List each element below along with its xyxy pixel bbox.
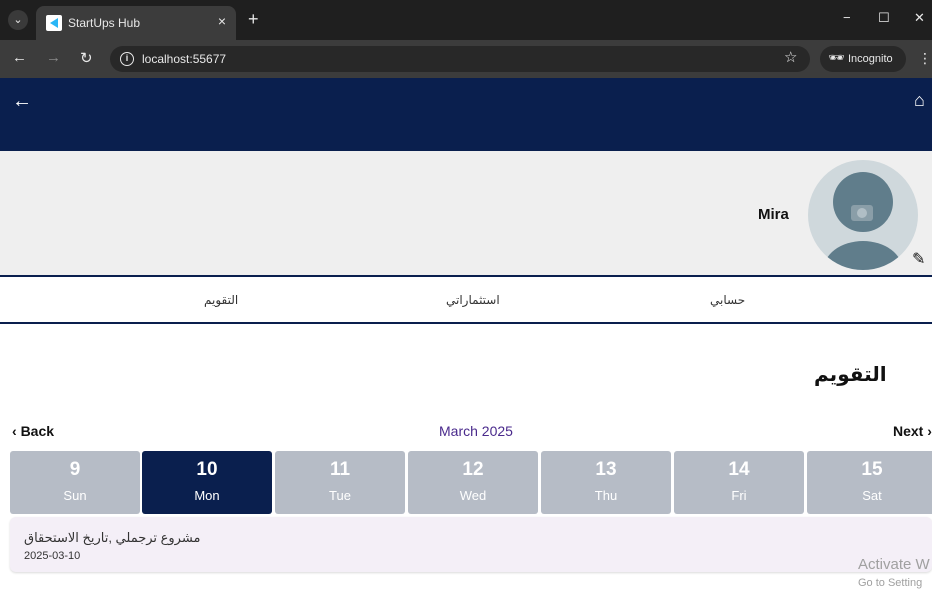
url-text[interactable]: localhost:55677 bbox=[142, 52, 226, 66]
avatar[interactable] bbox=[808, 160, 918, 270]
maximize-button[interactable]: ☐ bbox=[878, 10, 890, 26]
avatar-body bbox=[823, 241, 903, 270]
day-cell-sun[interactable]: 9 Sun bbox=[10, 451, 140, 514]
activate-windows-subtext: Go to Setting bbox=[858, 577, 923, 589]
profile-header: Mira ✎ bbox=[0, 151, 932, 277]
flutter-favicon-icon bbox=[46, 15, 62, 31]
address-bar[interactable]: i localhost:55677 bbox=[110, 46, 810, 72]
app-back-icon[interactable]: ← bbox=[12, 90, 32, 113]
day-number: 11 bbox=[329, 459, 351, 480]
tab-search-icon[interactable]: ⌄ bbox=[8, 10, 28, 30]
kebab-menu-icon[interactable]: ⋮ bbox=[918, 50, 932, 67]
incognito-label: Incognito bbox=[848, 53, 893, 65]
browser-tab-strip: ⌄ StartUps Hub × + − ☐ ✕ bbox=[0, 0, 932, 40]
edit-pencil-icon[interactable]: ✎ bbox=[912, 249, 925, 269]
day-number: 15 bbox=[861, 459, 883, 480]
day-cell-thu[interactable]: 13 Thu bbox=[541, 451, 671, 514]
browser-tab[interactable]: StartUps Hub × bbox=[36, 6, 236, 40]
bookmark-star-icon[interactable]: ☆ bbox=[784, 48, 797, 66]
reload-icon[interactable]: ↻ bbox=[80, 49, 93, 67]
calendar-month-label: March 2025 bbox=[439, 423, 513, 439]
day-name: Thu bbox=[594, 488, 618, 503]
browser-toolbar: ← → ↻ i localhost:55677 ☆ 🕶 Incognito ⋮ bbox=[0, 40, 932, 78]
day-number: 13 bbox=[595, 459, 617, 480]
day-name: Sun bbox=[63, 488, 87, 503]
profile-tabs: حسابي استثماراتي التقويم bbox=[0, 277, 932, 324]
page-title: التقويم bbox=[814, 364, 887, 386]
site-info-icon[interactable]: i bbox=[120, 52, 134, 66]
new-tab-button[interactable]: + bbox=[248, 9, 259, 30]
calendar-back-button[interactable]: ‹ Back bbox=[12, 423, 54, 439]
calendar-back-label: Back bbox=[20, 423, 55, 439]
day-number: 12 bbox=[462, 459, 484, 480]
browser-tab-title: StartUps Hub bbox=[68, 16, 141, 30]
home-icon[interactable]: ⌂ bbox=[914, 90, 925, 111]
calendar-next-button[interactable]: Next › bbox=[893, 423, 932, 439]
event-title: مشروع ترجملي ,تاريخ الاستحقاق bbox=[24, 530, 201, 545]
camera-icon bbox=[851, 205, 873, 221]
day-number: 9 bbox=[69, 459, 81, 480]
day-cell-mon-selected[interactable]: 10 Mon bbox=[142, 451, 272, 514]
day-name: Tue bbox=[329, 488, 351, 503]
event-card[interactable]: مشروع ترجملي ,تاريخ الاستحقاق 2025-03-10 bbox=[10, 517, 932, 572]
day-cell-sat[interactable]: 15 Sat bbox=[807, 451, 932, 514]
app-bar: ← ⌂ bbox=[0, 78, 932, 151]
incognito-icon: 🕶 bbox=[828, 50, 845, 65]
minimize-button[interactable]: − bbox=[843, 10, 851, 25]
profile-name: Mira bbox=[758, 206, 789, 223]
back-icon[interactable]: ← bbox=[12, 49, 27, 66]
day-cell-wed[interactable]: 12 Wed bbox=[408, 451, 538, 514]
tab-calendar[interactable]: التقويم bbox=[204, 293, 238, 307]
forward-icon[interactable]: → bbox=[46, 49, 61, 66]
activate-windows-watermark: Activate W bbox=[858, 556, 930, 573]
tab-my-investments[interactable]: استثماراتي bbox=[446, 293, 500, 307]
avatar-head bbox=[833, 172, 893, 232]
day-number: 10 bbox=[196, 459, 218, 480]
day-cell-fri[interactable]: 14 Fri bbox=[674, 451, 804, 514]
incognito-badge[interactable]: 🕶 Incognito bbox=[820, 46, 906, 72]
close-window-button[interactable]: ✕ bbox=[914, 10, 925, 26]
tab-close-icon[interactable]: × bbox=[218, 13, 226, 29]
tab-my-account[interactable]: حسابي bbox=[710, 293, 745, 307]
day-name: Sat bbox=[862, 488, 882, 503]
day-cell-tue[interactable]: 11 Tue bbox=[275, 451, 405, 514]
day-name: Mon bbox=[194, 488, 220, 503]
event-date: 2025-03-10 bbox=[24, 550, 81, 562]
day-number: 14 bbox=[728, 459, 750, 480]
calendar-next-label: Next bbox=[893, 423, 924, 439]
day-name: Wed bbox=[459, 488, 487, 503]
day-name: Fri bbox=[731, 488, 747, 503]
week-day-strip: 9 Sun 10 Mon 11 Tue 12 Wed 13 Thu 14 Fri… bbox=[10, 451, 932, 515]
